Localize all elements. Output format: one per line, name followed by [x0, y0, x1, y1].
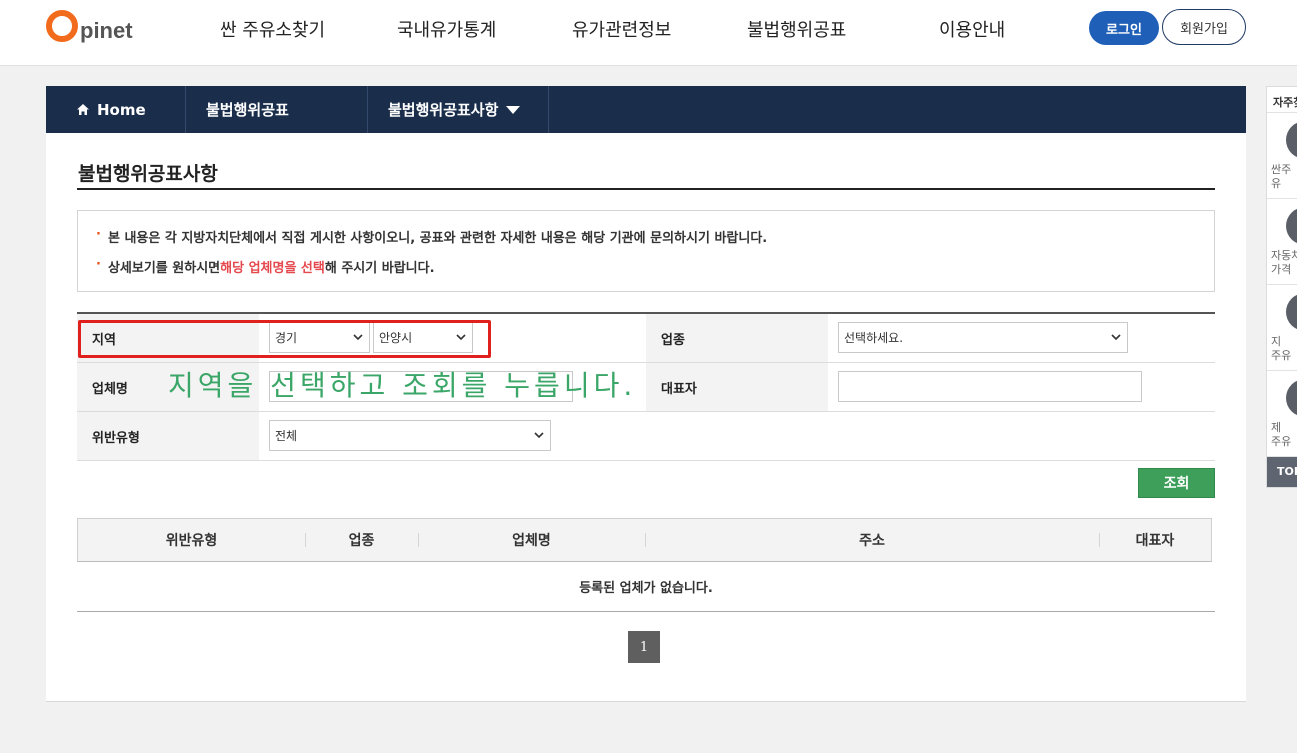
- scroll-top-button[interactable]: TOP: [1267, 457, 1297, 487]
- site-header: pinet 싼 주유소찾기 국내유가통계 유가관련정보 불법행위공표 이용안내 …: [0, 0, 1297, 66]
- quick-menu-title: 자주찾는: [1267, 87, 1297, 113]
- logo-o-mark: [46, 10, 78, 42]
- industry-select[interactable]: 선택하세요.: [838, 322, 1128, 353]
- search-button[interactable]: 조회: [1138, 468, 1215, 498]
- results-table-header: 위반유형 업종 업체명 주소 대표자: [77, 518, 1212, 562]
- search-row-company: 업체명 대표자: [77, 363, 1215, 412]
- column-company-name: 업체명: [512, 533, 551, 549]
- quick-menu-label: 지 주유: [1271, 335, 1292, 362]
- region-city-value: 안양시: [379, 331, 413, 345]
- nav-cheap-gas-station[interactable]: 싼 주유소찾기: [220, 16, 325, 42]
- nav-oil-price-info[interactable]: 유가관련정보: [572, 16, 671, 42]
- quick-menu-icon: [1286, 379, 1297, 417]
- notice-text-2-pre: 상세보기를 원하시면: [107, 261, 221, 276]
- title-divider: [77, 188, 1215, 190]
- chevron-down-icon: [456, 334, 466, 341]
- opinet-logo[interactable]: pinet: [46, 6, 133, 46]
- caret-down-icon: [506, 105, 521, 114]
- industry-value: 선택하세요.: [844, 331, 904, 345]
- quick-menu-label: 자동차가격: [1271, 249, 1297, 276]
- violation-type-select[interactable]: 전체: [269, 420, 551, 451]
- search-row-violation: 위반유형 전체: [77, 412, 1215, 461]
- breadcrumb-level2-dropdown[interactable]: 불법행위공표사항: [368, 86, 549, 133]
- join-button[interactable]: 회원가입: [1162, 9, 1246, 45]
- breadcrumb: Home 불법행위공표 불법행위공표사항: [46, 86, 1246, 133]
- chevron-down-icon: [534, 432, 544, 439]
- quick-menu-item[interactable]: 싼주 유: [1267, 113, 1297, 199]
- notice-text-2-highlight: 해당 업체명을 선택: [220, 261, 325, 276]
- violation-type-value: 전체: [275, 429, 298, 443]
- quick-menu-item[interactable]: 자동차가격: [1267, 199, 1297, 285]
- breadcrumb-level2-label: 불법행위공표사항: [388, 101, 499, 119]
- bullet-icon: ·: [96, 227, 101, 242]
- notice-text-1: 본 내용은 각 지방자치단체에서 직접 게시한 사항이오니, 공표와 관련한 자…: [107, 231, 768, 246]
- company-label: 업체명: [77, 363, 259, 411]
- nav-illegal-disclosure[interactable]: 불법행위공표: [747, 16, 846, 42]
- quick-menu: 자주찾는 싼주유 자동차가격 지주유 제주유 TOP: [1266, 86, 1297, 488]
- chevron-down-icon: [353, 334, 363, 341]
- chevron-down-icon: [1111, 334, 1121, 341]
- bullet-icon: ·: [96, 257, 101, 272]
- quick-menu-item[interactable]: 지 주유: [1267, 285, 1297, 371]
- region-label: 지역: [77, 314, 259, 362]
- quick-menu-icon: [1286, 293, 1297, 331]
- quick-menu-icon: [1286, 207, 1297, 245]
- violation-type-label: 위반유형: [77, 412, 259, 460]
- search-form: 지역 경기 안양시 업종 선택하세요. 업체명 대표자 위반유형 전체: [77, 312, 1215, 461]
- column-industry: 업종: [348, 533, 375, 549]
- logo-text: pinet: [80, 18, 133, 43]
- login-button[interactable]: 로그인: [1089, 11, 1159, 45]
- breadcrumb-level1-label: 불법행위공표: [206, 101, 289, 119]
- quick-menu-item[interactable]: 제 주유: [1267, 371, 1297, 457]
- results-empty-message: 등록된 업체가 없습니다.: [77, 562, 1215, 612]
- quick-menu-label: 싼주 유: [1271, 163, 1292, 190]
- column-representative: 대표자: [1135, 533, 1175, 549]
- notice-line-2: · 상세보기를 원하시면 해당 업체명을 선택 해 주시기 바랍니다.: [96, 257, 1214, 287]
- page-title: 불법행위공표사항: [78, 163, 218, 185]
- company-name-input[interactable]: [269, 371, 573, 402]
- nav-usage-guide[interactable]: 이용안내: [939, 16, 1005, 42]
- quick-menu-label: 제 주유: [1271, 421, 1292, 448]
- quick-menu-icon: [1286, 121, 1297, 159]
- region-city-select[interactable]: 안양시: [373, 322, 473, 353]
- breadcrumb-home[interactable]: Home: [46, 86, 186, 133]
- column-address: 주소: [859, 533, 885, 549]
- home-icon: [77, 104, 89, 115]
- pagination-page-1[interactable]: 1: [628, 631, 660, 663]
- nav-domestic-price-stats[interactable]: 국내유가통계: [397, 16, 496, 42]
- region-province-value: 경기: [275, 331, 298, 345]
- representative-label: 대표자: [646, 363, 828, 411]
- search-row-region: 지역 경기 안양시 업종 선택하세요.: [77, 314, 1215, 363]
- representative-input[interactable]: [838, 371, 1142, 402]
- breadcrumb-home-label: Home: [97, 100, 146, 119]
- column-violation-type: 위반유형: [165, 533, 218, 549]
- breadcrumb-level1[interactable]: 불법행위공표: [186, 86, 368, 133]
- notice-box: · 본 내용은 각 지방자치단체에서 직접 게시한 사항이오니, 공표와 관련한…: [77, 210, 1215, 292]
- industry-label: 업종: [646, 314, 828, 362]
- notice-line-1: · 본 내용은 각 지방자치단체에서 직접 게시한 사항이오니, 공표와 관련한…: [96, 227, 1214, 257]
- notice-text-2-post: 해 주시기 바랍니다.: [324, 261, 435, 276]
- content-panel: 불법행위공표사항 · 본 내용은 각 지방자치단체에서 직접 게시한 사항이오니…: [46, 133, 1246, 702]
- region-province-select[interactable]: 경기: [269, 322, 370, 353]
